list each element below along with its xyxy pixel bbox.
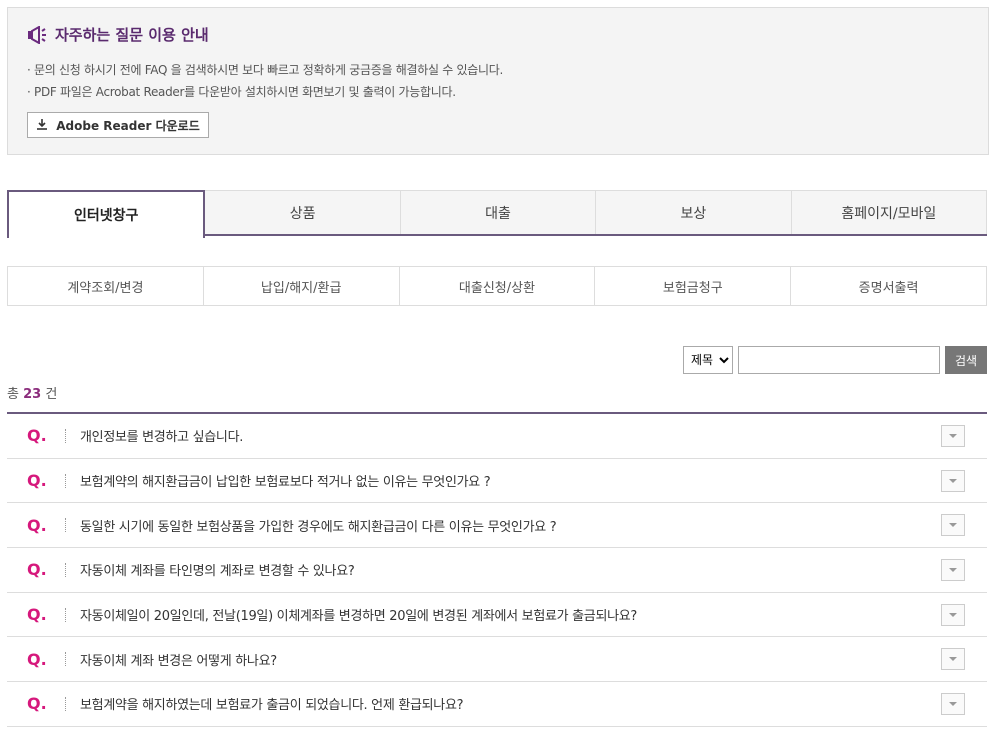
count-suffix: 건	[45, 387, 58, 402]
tab-homepage-mobile[interactable]: 홈페이지/모바일	[791, 190, 988, 234]
tab-compensation[interactable]: 보상	[596, 190, 792, 234]
adobe-reader-download-button[interactable]: Adobe Reader 다운로드	[27, 112, 209, 138]
q-marker: Q.	[27, 605, 47, 625]
faq-notice-box: 자주하는 질문 이용 안내 · 문의 신청 하시기 전에 FAQ 을 검색하시면…	[7, 7, 989, 155]
divider	[65, 607, 66, 622]
q-marker: Q.	[27, 515, 47, 535]
faq-question: 자동이체일이 20일인데, 전날(19일) 이체계좌를 변경하면 20일에 변경…	[80, 609, 638, 625]
notice-line-faq: · 문의 신청 하시기 전에 FAQ 을 검색하시면 보다 빠르고 정확하게 궁…	[27, 63, 503, 77]
faq-item[interactable]: Q. 보험계약을 해지하였는데 보험료가 출금이 되었습니다. 언제 환급되나요…	[7, 682, 987, 727]
count-number: 23	[23, 387, 42, 402]
faq-question: 자동이체 계좌 변경은 어떻게 하나요?	[80, 653, 277, 669]
subtab-contract-inquiry[interactable]: 계약조회/변경	[8, 267, 204, 305]
q-marker: Q.	[27, 649, 47, 669]
faq-item[interactable]: Q. 자동이체 계좌 변경은 어떻게 하나요?	[7, 637, 987, 683]
download-icon	[36, 118, 48, 133]
faq-question: 보험계약을 해지하였는데 보험료가 출금이 되었습니다. 언제 환급되나요?	[80, 698, 464, 714]
faq-item[interactable]: Q. 보험계약의 해지환급금이 납입한 보험료보다 적거나 없는 이유는 무엇인…	[7, 459, 987, 504]
faq-question: 자동이체 계좌를 타인명의 계좌로 변경할 수 있나요?	[80, 564, 355, 580]
divider	[65, 518, 66, 533]
chevron-down-icon[interactable]	[941, 514, 965, 537]
result-count: 총 23 건	[7, 383, 57, 402]
chevron-down-icon[interactable]	[941, 692, 965, 715]
subtab-payment-refund[interactable]: 납입/해지/환급	[204, 267, 400, 305]
notice-title-text: 자주하는 질문 이용 안내	[55, 26, 209, 44]
divider	[65, 652, 66, 667]
chevron-down-icon[interactable]	[941, 558, 965, 581]
faq-question: 동일한 시기에 동일한 보험상품을 가입한 경우에도 해지환급금이 다른 이유는…	[80, 519, 557, 535]
faq-question: 개인정보를 변경하고 싶습니다.	[80, 430, 244, 446]
subtab-loan-apply[interactable]: 대출신청/상환	[400, 267, 596, 305]
faq-question: 보험계약의 해지환급금이 납입한 보험료보다 적거나 없는 이유는 무엇인가요 …	[80, 475, 491, 491]
divider	[65, 696, 66, 711]
category-tabs: 인터넷창구 상품 대출 보상 홈페이지/모바일	[7, 190, 988, 238]
search-bar: 제목 검색	[683, 346, 987, 374]
faq-item[interactable]: Q. 자동이체일이 20일인데, 전날(19일) 이체계좌를 변경하면 20일에…	[7, 593, 987, 638]
chevron-down-icon[interactable]	[941, 603, 965, 626]
q-marker: Q.	[27, 426, 47, 446]
q-marker: Q.	[27, 471, 47, 491]
chevron-down-icon[interactable]	[941, 424, 965, 447]
divider	[65, 562, 66, 577]
tab-loan[interactable]: 대출	[400, 190, 597, 234]
q-marker: Q.	[27, 560, 47, 580]
count-prefix: 총	[7, 387, 19, 402]
chevron-down-icon[interactable]	[941, 648, 965, 671]
q-marker: Q.	[27, 694, 47, 714]
faq-item[interactable]: Q. 개인정보를 변경하고 싶습니다.	[7, 414, 987, 459]
tab-internet[interactable]: 인터넷창구	[7, 190, 206, 238]
search-type-select[interactable]: 제목	[683, 346, 733, 374]
megaphone-icon	[27, 24, 47, 45]
divider	[65, 473, 66, 488]
chevron-down-icon[interactable]	[941, 469, 965, 492]
search-input[interactable]	[738, 346, 940, 374]
subtab-certificate[interactable]: 증명서출력	[791, 267, 986, 305]
faq-list: Q. 개인정보를 변경하고 싶습니다. Q. 보험계약의 해지환급금이 납입한 …	[7, 412, 987, 727]
faq-item[interactable]: Q. 자동이체 계좌를 타인명의 계좌로 변경할 수 있나요?	[7, 548, 987, 593]
subcategory-tabs: 계약조회/변경 납입/해지/환급 대출신청/상환 보험금청구 증명서출력	[7, 266, 987, 306]
notice-line-pdf: · PDF 파일은 Acrobat Reader를 다운받아 설치하시면 화면보…	[27, 85, 456, 99]
tab-product[interactable]: 상품	[205, 190, 401, 234]
notice-title: 자주하는 질문 이용 안내	[27, 24, 209, 45]
subtab-claim[interactable]: 보험금청구	[595, 267, 792, 305]
divider	[65, 428, 66, 443]
search-button[interactable]: 검색	[945, 346, 987, 374]
faq-item[interactable]: Q. 동일한 시기에 동일한 보험상품을 가입한 경우에도 해지환급금이 다른 …	[7, 503, 987, 549]
download-label: Adobe Reader 다운로드	[56, 118, 200, 133]
